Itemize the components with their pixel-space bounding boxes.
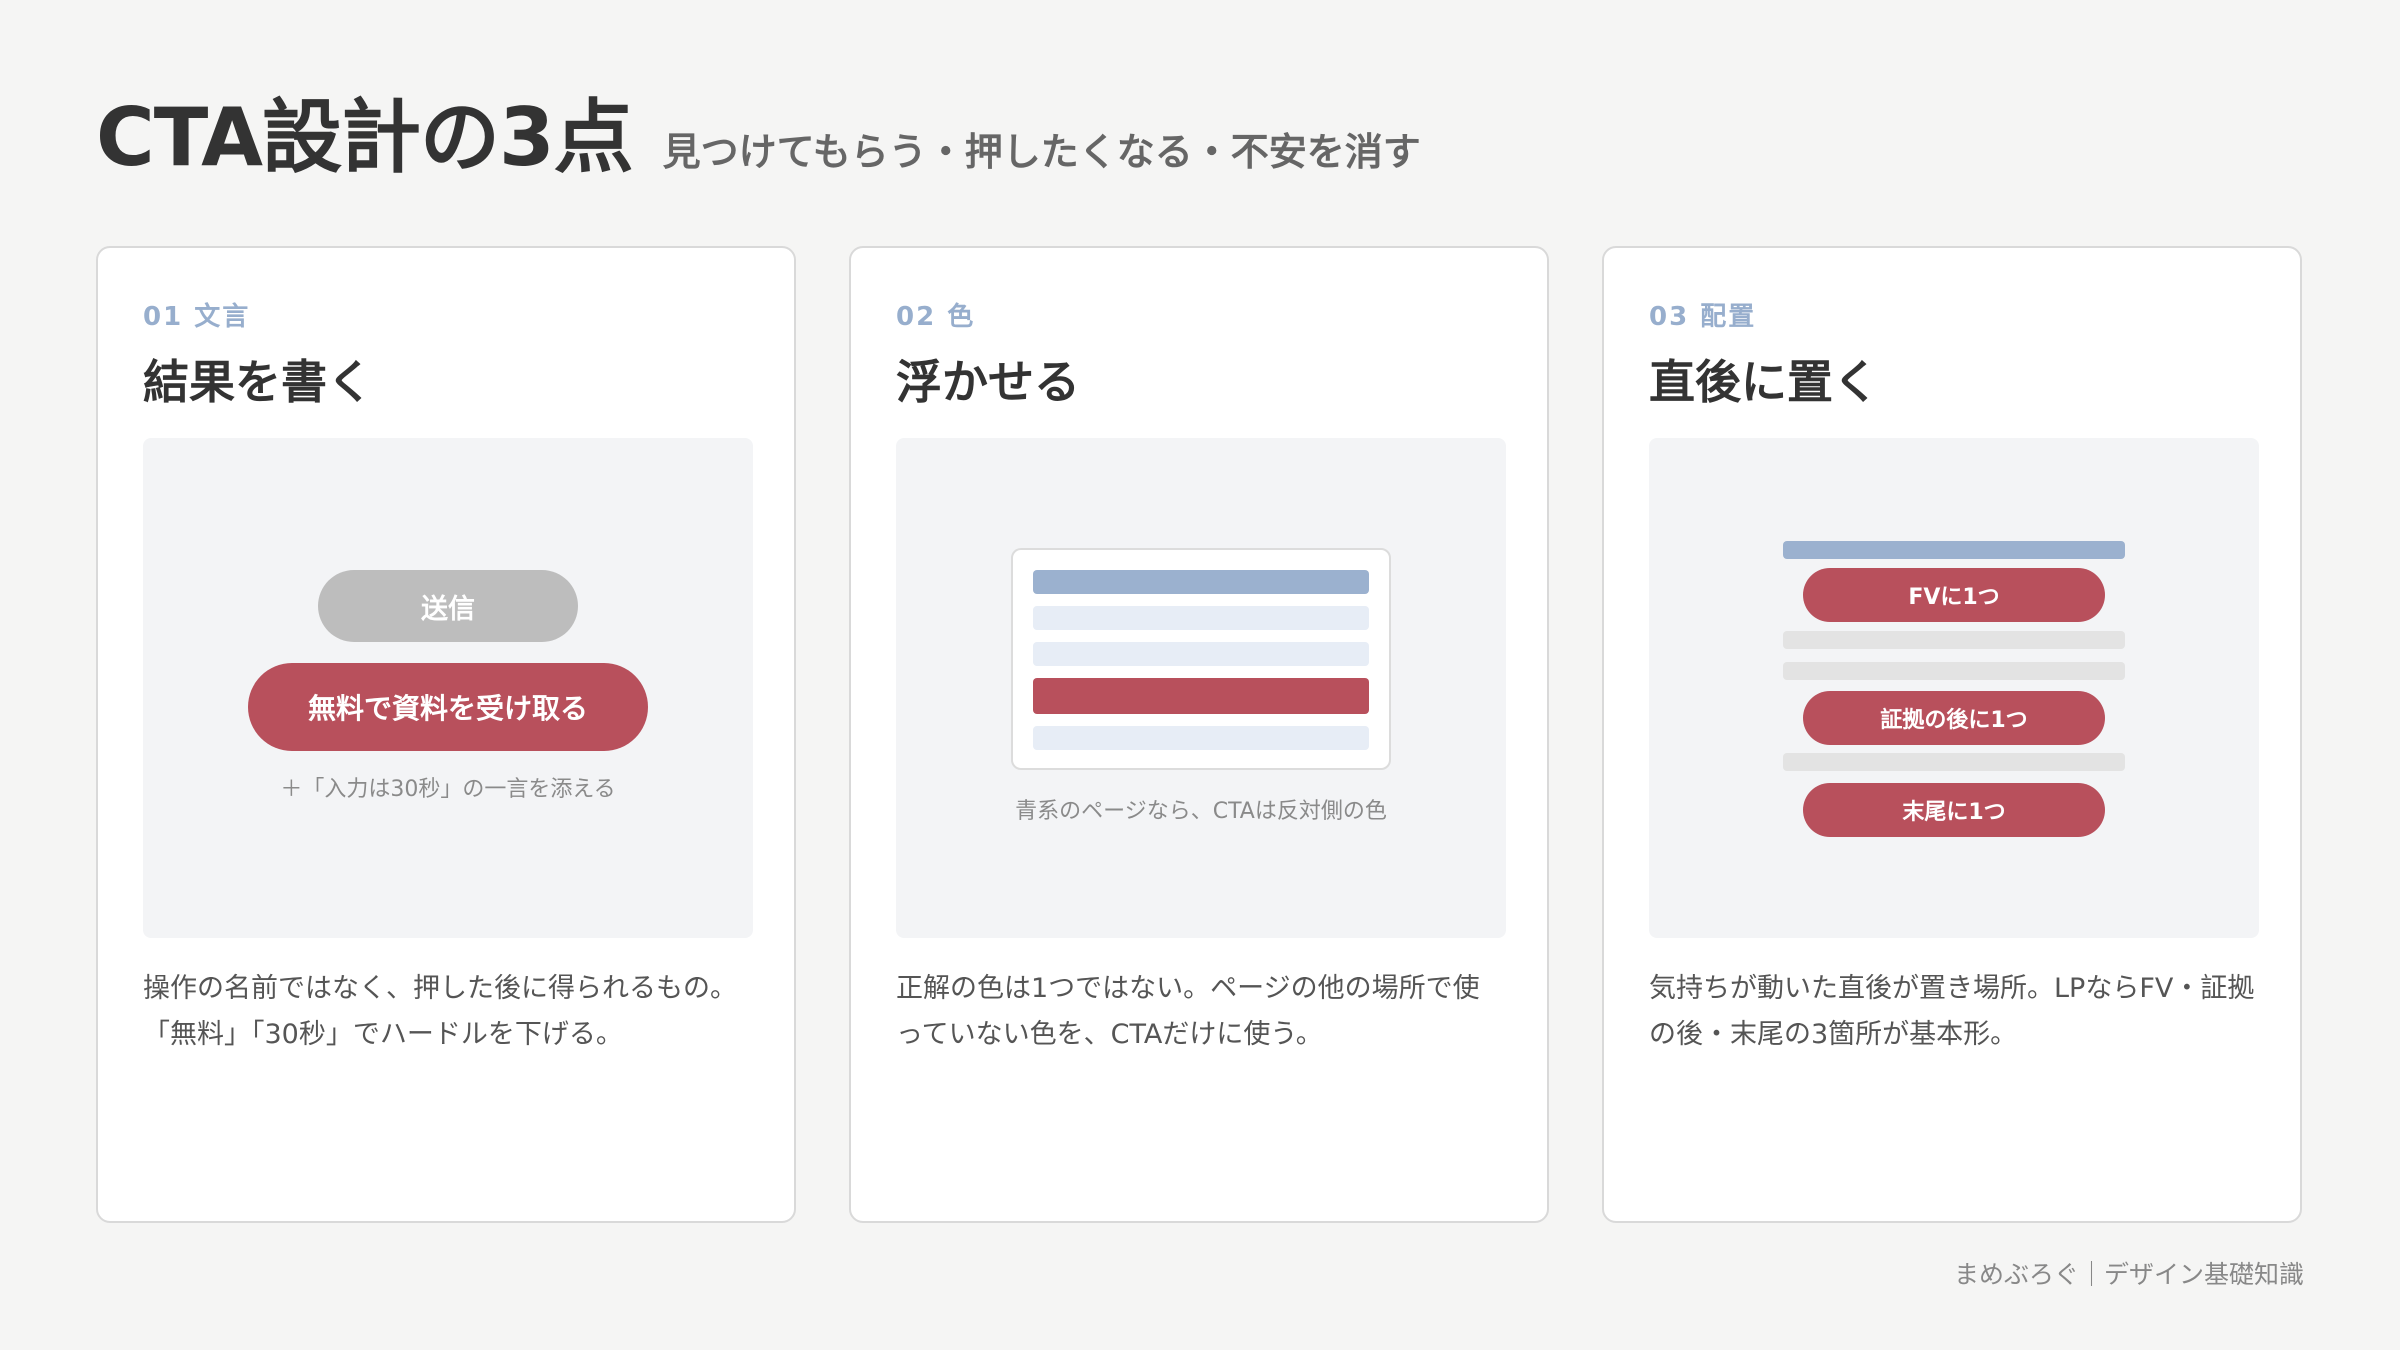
- example-cta-fv: FVに1つ: [1803, 568, 2105, 622]
- card-title: 浮かせる: [896, 355, 1080, 409]
- mock-content-bar: [1033, 726, 1369, 750]
- card-placement: 03 配置 直後に置く FVに1つ 証拠の後に1つ 末尾に1つ 気持ちが動いた直…: [1602, 246, 2302, 1223]
- card-title: 結果を書く: [143, 355, 373, 409]
- illustration-panel: 送信 無料で資料を受け取る ＋「入力は30秒」の一言を添える: [143, 438, 753, 938]
- card-description: 操作の名前ではなく、押した後に得られるもの。「無料」「30秒」でハードルを下げる…: [143, 973, 737, 1050]
- example-submit-button: 送信: [318, 570, 578, 642]
- footer-credit: まめぶろぐ｜デザイン基礎知識: [1953, 1260, 2304, 1289]
- card-description: 気持ちが動いた直後が置き場所。LPならFV・証拠の後・末尾の3箇所が基本形。: [1649, 973, 2255, 1050]
- example-cta-end: 末尾に1つ: [1803, 783, 2105, 837]
- cards-container: 01 文言 結果を書く 送信 無料で資料を受け取る ＋「入力は30秒」の一言を添…: [96, 246, 2302, 1223]
- mock-header-bar: [1783, 541, 2125, 559]
- page-subtitle: 見つけてもらう・押したくなる・不安を消す: [662, 130, 1421, 174]
- page-title: CTA設計の3点: [96, 91, 634, 184]
- mock-cta-bar: [1033, 678, 1369, 714]
- illustration-panel: 青系のページなら、CTAは反対側の色: [896, 438, 1506, 938]
- card-number: 03 配置: [1649, 302, 1757, 332]
- mock-content-bar: [1033, 606, 1369, 630]
- card-number: 01 文言: [143, 302, 251, 332]
- example-cta-button: 無料で資料を受け取る: [248, 663, 648, 751]
- page-header: CTA設計の3点 見つけてもらう・押したくなる・不安を消す: [96, 98, 1421, 178]
- mock-content-bar: [1783, 662, 2125, 680]
- mock-content-bar: [1033, 642, 1369, 666]
- illustration-note: ＋「入力は30秒」の一言を添える: [280, 777, 616, 802]
- card-title: 直後に置く: [1649, 355, 1879, 409]
- card-wording: 01 文言 結果を書く 送信 無料で資料を受け取る ＋「入力は30秒」の一言を添…: [96, 246, 796, 1223]
- card-number: 02 色: [896, 302, 976, 332]
- illustration-panel: FVに1つ 証拠の後に1つ 末尾に1つ: [1649, 438, 2259, 938]
- card-description: 正解の色は1つではない。ページの他の場所で使っていない色を、CTAだけに使う。: [896, 973, 1480, 1050]
- mock-content-bar: [1783, 753, 2125, 771]
- illustration-note: 青系のページなら、CTAは反対側の色: [1015, 799, 1387, 824]
- example-cta-proof: 証拠の後に1つ: [1803, 691, 2105, 745]
- card-color: 02 色 浮かせる 青系のページなら、CTAは反対側の色 正解の色は1つではない…: [849, 246, 1549, 1223]
- mock-content-bar: [1783, 631, 2125, 649]
- mini-page-mockup: [1011, 548, 1391, 770]
- mock-header-bar: [1033, 570, 1369, 594]
